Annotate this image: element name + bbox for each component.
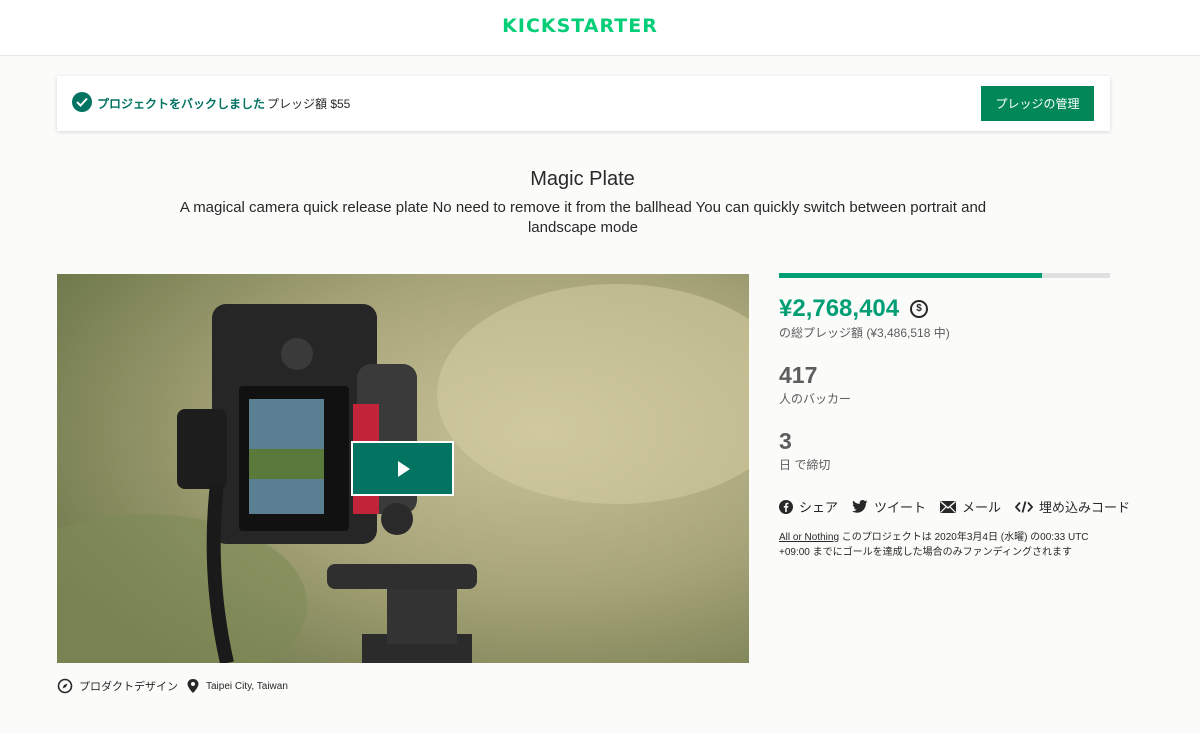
location-label: Taipei City, Taiwan [206, 680, 288, 692]
email-share-label: メール [962, 500, 1002, 515]
kickstarter-logo[interactable]: KICKSTARTER [0, 15, 1160, 37]
twitter-share-label: ツイート [874, 500, 927, 515]
category-label: プロダクトデザイン [79, 681, 178, 693]
backed-banner: プロジェクトをバックしました プレッジ額 $55 プレッジの管理 [57, 76, 1110, 131]
location-pin-icon [187, 679, 199, 693]
share-bar: シェア ツイート メール 埋め込みコード [779, 497, 1130, 516]
pledged-goal-label: の総プレッジ額 (¥3,486,518 中) [779, 326, 950, 340]
project-title: Magic Plate [530, 168, 635, 190]
project-video[interactable] [57, 274, 749, 663]
play-icon [398, 461, 410, 477]
pledge-amount: プレッジ額 $55 [267, 97, 351, 111]
funding-progress-fill [779, 273, 1042, 278]
embed-code-label: 埋め込みコード [1039, 500, 1131, 515]
top-bar: KICKSTARTER [0, 0, 1200, 56]
facebook-share-label: シェア [799, 500, 839, 515]
funding-notice: All or Nothing このプロジェクトは 2020年3月4日 (水曜) … [779, 530, 1109, 560]
manage-pledge-button[interactable]: プレッジの管理 [981, 86, 1094, 121]
check-icon [72, 92, 92, 112]
embed-code-button[interactable]: 埋め込みコード [1015, 497, 1130, 516]
currency-conversion-icon[interactable]: $ [910, 300, 928, 318]
pledged-amount: ¥2,768,404 [779, 295, 900, 322]
backers-label: 人のバッカー [779, 392, 852, 406]
category-link[interactable]: プロダクトデザイン [57, 678, 178, 694]
mail-icon [940, 500, 957, 513]
play-button[interactable] [351, 441, 454, 496]
all-or-nothing-link[interactable]: All or Nothing [779, 532, 839, 543]
days-left-count: 3 [779, 428, 792, 454]
twitter-icon [852, 500, 868, 513]
twitter-share-button[interactable]: ツイート [852, 497, 926, 516]
backers-count: 417 [779, 362, 818, 388]
project-subtitle: A magical camera quick release plate No … [179, 199, 987, 236]
funding-progress-bar [779, 273, 1110, 278]
location-link[interactable]: Taipei City, Taiwan [186, 678, 288, 694]
compass-icon [57, 678, 73, 694]
email-share-button[interactable]: メール [940, 497, 1001, 516]
facebook-share-button[interactable]: シェア [779, 497, 838, 516]
code-icon [1015, 500, 1034, 513]
facebook-icon [779, 499, 793, 514]
backed-message: プロジェクトをバックしました [97, 97, 266, 111]
days-left-label: 日 で締切 [779, 458, 831, 472]
